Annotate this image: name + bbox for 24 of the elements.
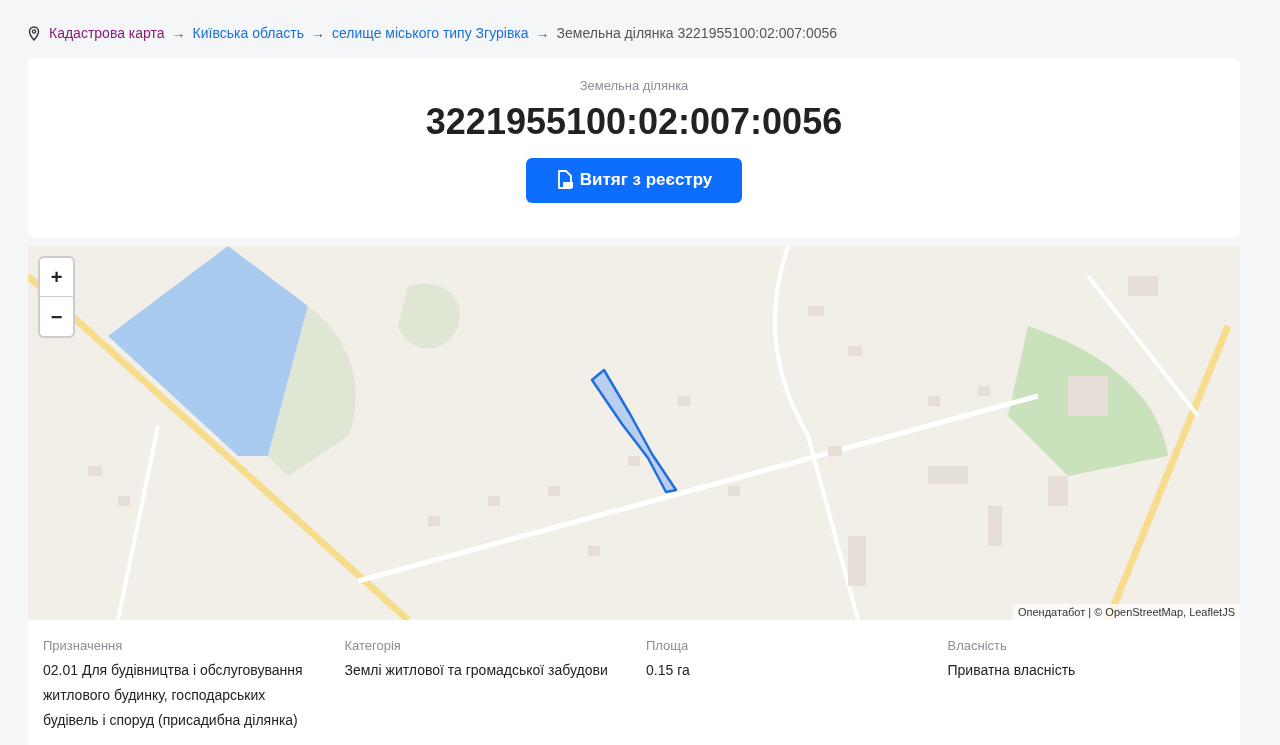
detail-value: Приватна власність <box>947 661 1077 680</box>
breadcrumb-link[interactable]: Кадастрова карта <box>49 22 165 44</box>
breadcrumb-arrow: → <box>310 23 325 43</box>
detail-value: 02.01 Для будівництва і обслуговування житлового будинку, господарських будівель і споруд (присадибна ділянка) <box>43 661 304 730</box>
breadcrumb-arrow: → <box>171 23 186 43</box>
detail-label: Категорія <box>344 637 402 655</box>
breadcrumb-current: Земельна ділянка 3221955100:02:007:0056 <box>556 23 838 43</box>
parcel-number: 3221955100:02:007:0056 <box>425 99 843 144</box>
parcel-subtitle: Земельна ділянка <box>579 77 689 95</box>
detail-label: Призначення <box>43 637 124 655</box>
location-pin-icon <box>28 25 40 41</box>
registry-extract-button[interactable]: Витяг з реєстру <box>525 157 743 203</box>
breadcrumb-link[interactable]: Київська область <box>192 22 304 44</box>
zoom-in-button[interactable]: + <box>40 258 73 297</box>
detail-value: 0.15 га <box>646 661 691 680</box>
map[interactable]: + − Опендатабот | © OpenStreetMap, LeafletJS <box>28 246 1240 620</box>
zoom-out-button[interactable]: − <box>40 297 73 336</box>
detail-label: Власність <box>947 637 1008 655</box>
parcel-outline[interactable] <box>590 368 680 494</box>
detail-value: Землі житлової та громадської забудови <box>344 661 609 680</box>
breadcrumb-link[interactable]: селище міського типу Згурівка <box>331 22 529 44</box>
breadcrumb-arrow: → <box>535 23 550 43</box>
pdf-file-icon <box>555 170 574 190</box>
detail-label: Площа <box>646 637 690 655</box>
